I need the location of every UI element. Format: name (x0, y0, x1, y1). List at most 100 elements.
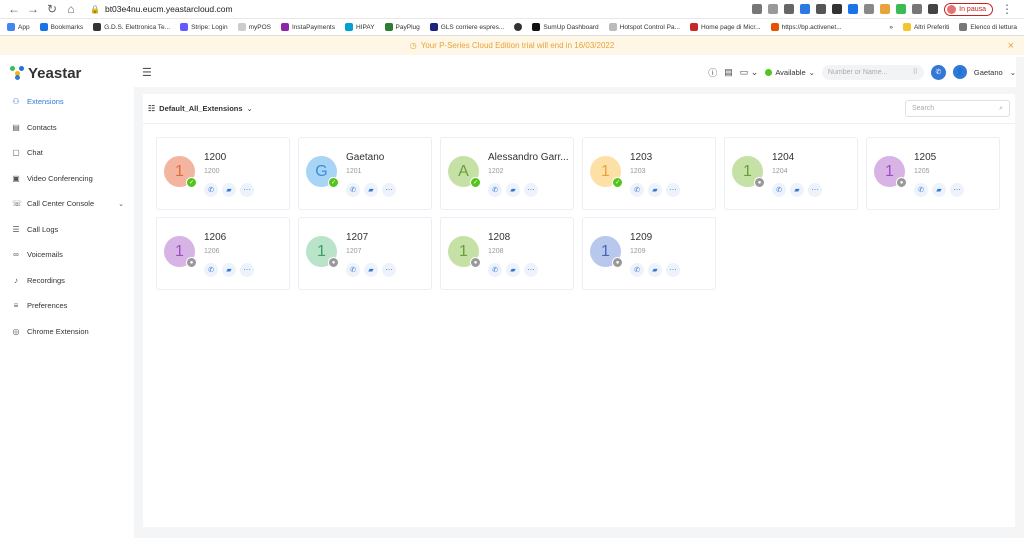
puzzle-icon[interactable] (928, 4, 939, 14)
sidebar-item-chrome-extension[interactable]: ◎ Chrome Extension (0, 319, 134, 345)
bookmark-item[interactable]: https://bp.activenet... (770, 23, 842, 31)
extension-card[interactable]: 1 ● 1205 1205 ✆ ▰ ⋯ (866, 137, 1000, 210)
chat-icon[interactable]: ▰ (364, 183, 378, 197)
more-icon[interactable]: ⋯ (382, 263, 396, 277)
sidebar-item-recordings[interactable]: ♪ Recordings (0, 268, 134, 294)
bookmark-item[interactable]: Stripe: Login (180, 23, 228, 31)
bookmark-item[interactable]: Hotspot Control Pa... (608, 23, 680, 31)
phone-icon[interactable]: ✆ (204, 263, 218, 277)
extension-icon[interactable] (800, 4, 811, 14)
notes-icon[interactable]: ▤ (724, 67, 733, 78)
bookmark-item[interactable]: SumUp Dashboard (532, 23, 599, 31)
extension-icon[interactable] (912, 4, 923, 14)
extension-icon[interactable] (832, 4, 843, 14)
extension-card[interactable]: 1 ✓ 1200 1200 ✆ ▰ ⋯ (156, 137, 290, 210)
more-icon[interactable]: ⋯ (808, 183, 822, 197)
more-icon[interactable]: ⋯ (524, 263, 538, 277)
sidebar-item-call-center-console[interactable]: ☏ Call Center Console ⌄ (0, 191, 134, 217)
chat-icon[interactable]: ▰ (222, 183, 236, 197)
phone-icon[interactable]: ✆ (204, 183, 218, 197)
chat-icon[interactable]: ▰ (648, 183, 662, 197)
bookmark-item[interactable]: App (7, 23, 30, 31)
bookmark-item[interactable]: PayPlug (384, 23, 420, 31)
extension-card[interactable]: G ✓ Gaetano 1201 ✆ ▰ ⋯ (298, 137, 432, 210)
more-icon[interactable]: ⋯ (666, 183, 680, 197)
extension-icon[interactable] (848, 4, 859, 14)
scrollbar[interactable] (1016, 57, 1024, 538)
bookmark-item[interactable]: G.D.S. Elettronica Te... (93, 23, 170, 31)
bookmark-item[interactable]: GLS corriere espres... (429, 23, 504, 31)
phone-icon[interactable]: ✆ (630, 263, 644, 277)
forward-icon[interactable]: → (25, 1, 41, 17)
extension-card[interactable]: 1 ● 1206 1206 ✆ ▰ ⋯ (156, 217, 290, 290)
home-icon[interactable]: ⌂ (63, 1, 79, 17)
more-icon[interactable]: ⋯ (240, 263, 254, 277)
bookmark-item[interactable]: Home page di Micr... (689, 23, 761, 31)
close-icon[interactable]: × (1008, 40, 1014, 52)
dial-input[interactable]: Number or Name... ⠿ (821, 64, 924, 80)
extension-card[interactable]: 1 ● 1207 1207 ✆ ▰ ⋯ (298, 217, 432, 290)
group-selector[interactable]: ☷ Default_All_Extensions ⌄ (148, 104, 253, 113)
other-bookmarks[interactable]: Altri Preferiti (902, 23, 949, 31)
monitor-icon[interactable]: ▭ ⌄ (740, 67, 759, 78)
key-icon[interactable] (752, 4, 763, 14)
sidebar-item-contacts[interactable]: ▤ Contacts (0, 115, 134, 141)
more-icon[interactable]: ⋯ (382, 183, 396, 197)
extension-card[interactable]: 1 ● 1209 1209 ✆ ▰ ⋯ (582, 217, 716, 290)
bookmark-item[interactable]: myPOS (237, 23, 271, 31)
chat-icon[interactable]: ▰ (222, 263, 236, 277)
more-bookmarks-icon[interactable]: » (889, 24, 893, 31)
extension-card[interactable]: 1 ✓ 1203 1203 ✆ ▰ ⋯ (582, 137, 716, 210)
dialpad-icon[interactable]: ⠿ (913, 68, 918, 76)
bookmark-item[interactable] (514, 23, 523, 31)
extension-card[interactable]: 1 ● 1208 1208 ✆ ▰ ⋯ (440, 217, 574, 290)
chat-icon[interactable]: ▰ (932, 183, 946, 197)
phone-icon[interactable]: ✆ (488, 183, 502, 197)
star-icon[interactable] (784, 4, 795, 14)
sidebar-item-call-logs[interactable]: ☰ Call Logs (0, 217, 134, 243)
sidebar-item-chat[interactable]: ▢ Chat (0, 140, 134, 166)
menu-dots-icon[interactable]: ⋮ (999, 1, 1015, 17)
phone-icon[interactable]: ✆ (630, 183, 644, 197)
sidebar-item-video-conferencing[interactable]: ▣ Video Conferencing (0, 166, 134, 192)
more-icon[interactable]: ⋯ (240, 183, 254, 197)
extension-card[interactable]: A ✓ Alessandro Garr... 1202 ✆ ▰ ⋯ (440, 137, 574, 210)
chat-icon[interactable]: ▰ (648, 263, 662, 277)
hamburger-icon[interactable]: ☰ (142, 66, 152, 79)
chat-icon[interactable]: ▰ (506, 263, 520, 277)
help-icon[interactable]: ⓘ (708, 66, 717, 79)
phone-icon[interactable]: ✆ (346, 263, 360, 277)
reading-list[interactable]: Elenco di lettura (959, 23, 1017, 31)
rss-icon[interactable] (880, 4, 891, 14)
back-icon[interactable]: ← (6, 1, 22, 17)
user-name[interactable]: Gaetano (974, 68, 1003, 77)
more-icon[interactable]: ⋯ (950, 183, 964, 197)
extension-icon[interactable] (896, 4, 907, 14)
user-avatar[interactable]: 👤 (952, 65, 967, 79)
search-input[interactable]: Search ⌕ (905, 100, 1010, 117)
more-icon[interactable]: ⋯ (666, 263, 680, 277)
phone-icon[interactable]: ✆ (346, 183, 360, 197)
phone-icon[interactable]: ✆ (772, 183, 786, 197)
more-icon[interactable]: ⋯ (524, 183, 538, 197)
sidebar-item-voicemails[interactable]: ∞ Voicemails (0, 242, 134, 268)
chat-icon[interactable]: ▰ (790, 183, 804, 197)
chat-icon[interactable]: ▰ (506, 183, 520, 197)
extension-icon[interactable] (864, 4, 875, 14)
reload-icon[interactable]: ↻ (44, 1, 60, 17)
bookmark-item[interactable]: InstaPayments (281, 23, 335, 31)
profile-pause-button[interactable]: In pausa (944, 2, 993, 16)
share-icon[interactable] (768, 4, 779, 14)
sidebar-item-preferences[interactable]: ≡ Preferences (0, 293, 134, 319)
bookmark-item[interactable]: HIPAY (345, 23, 375, 31)
extension-card[interactable]: 1 ● 1204 1204 ✆ ▰ ⋯ (724, 137, 858, 210)
bookmark-item[interactable]: Bookmarks (39, 23, 83, 31)
chat-icon[interactable]: ▰ (364, 263, 378, 277)
presence-status[interactable]: Available ⌄ (765, 68, 815, 77)
phone-icon[interactable]: ✆ (914, 183, 928, 197)
extension-icon[interactable] (816, 4, 827, 14)
phone-icon[interactable]: ✆ (488, 263, 502, 277)
sidebar-item-extensions[interactable]: ⚇ Extensions (0, 89, 134, 115)
address-bar[interactable]: 🔒 bt03e4nu.eucm.yeastarcloud.com (90, 4, 233, 14)
call-button[interactable]: ✆ (930, 64, 946, 80)
